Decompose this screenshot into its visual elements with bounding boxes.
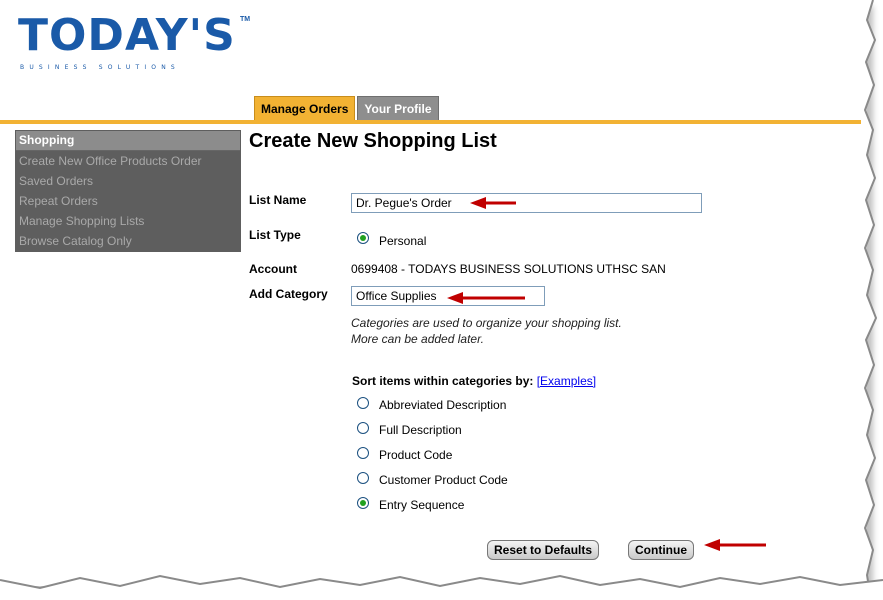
list-type-personal-label: Personal xyxy=(379,234,427,248)
list-name-input[interactable]: Dr. Pegue's Order xyxy=(351,193,702,213)
main-tabs: Manage Orders Your Profile xyxy=(254,96,441,121)
add-category-label: Add Category xyxy=(249,287,328,301)
account-value: 0699408 - TODAYS BUSINESS SOLUTIONS UTHS… xyxy=(351,262,666,276)
sort-customer-code-radio[interactable] xyxy=(357,472,369,484)
sidebar-item-manage-shopping-lists[interactable]: Manage Shopping Lists xyxy=(16,211,240,231)
sort-product-code-radio[interactable] xyxy=(357,447,369,459)
sort-abbreviated-label: Abbreviated Description xyxy=(379,398,507,412)
sort-full-description-radio[interactable] xyxy=(357,422,369,434)
sort-product-code-label: Product Code xyxy=(379,448,453,462)
browser-page: TODAY'S TM BUSINESS SOLUTIONS Manage Ord… xyxy=(0,0,867,587)
category-hint-line2: More can be added later. xyxy=(351,332,484,346)
logo-trademark: TM xyxy=(240,16,251,23)
reset-to-defaults-button[interactable]: Reset to Defaults xyxy=(487,540,600,560)
sort-entry-sequence-radio[interactable] xyxy=(357,497,369,509)
torn-edge-bottom xyxy=(0,574,883,600)
sidebar-item-saved-orders[interactable]: Saved Orders xyxy=(16,171,240,191)
tab-underline xyxy=(0,120,866,124)
sidebar-item-browse-catalog[interactable]: Browse Catalog Only xyxy=(16,231,240,251)
annotation-arrow-list-name xyxy=(470,197,516,209)
sort-heading: Sort items within categories by: [Exampl… xyxy=(352,374,596,388)
account-label: Account xyxy=(249,262,297,276)
list-type-label: List Type xyxy=(249,228,301,242)
sidebar-item-repeat-orders[interactable]: Repeat Orders xyxy=(16,191,240,211)
sort-heading-text: Sort items within categories by: xyxy=(352,374,534,388)
continue-button[interactable]: Continue xyxy=(628,540,694,560)
category-hint-line1: Categories are used to organize your sho… xyxy=(351,316,622,330)
company-logo[interactable]: TODAY'S TM BUSINESS SOLUTIONS xyxy=(18,10,251,74)
sort-entry-sequence-label: Entry Sequence xyxy=(379,498,465,512)
tab-your-profile[interactable]: Your Profile xyxy=(357,96,439,120)
torn-edge-right xyxy=(861,0,878,600)
sidebar-heading: Shopping xyxy=(16,131,240,151)
tab-manage-orders[interactable]: Manage Orders xyxy=(254,96,356,120)
examples-link[interactable]: [Examples] xyxy=(537,374,596,388)
sort-customer-code-label: Customer Product Code xyxy=(379,473,508,487)
list-name-label: List Name xyxy=(249,193,307,207)
sort-full-description-label: Full Description xyxy=(379,423,462,437)
list-type-personal-radio[interactable] xyxy=(357,232,369,244)
sidebar-item-create-new-order[interactable]: Create New Office Products Order xyxy=(16,151,240,171)
annotation-arrow-category xyxy=(447,292,525,304)
logo-tagline: BUSINESS SOLUTIONS xyxy=(20,64,180,71)
sidebar-menu: Shopping Create New Office Products Orde… xyxy=(15,130,241,252)
page-title: Create New Shopping List xyxy=(249,130,497,152)
logo-wordmark: TODAY'S xyxy=(18,10,236,61)
annotation-arrow-continue xyxy=(704,539,766,551)
sort-abbreviated-radio[interactable] xyxy=(357,397,369,409)
